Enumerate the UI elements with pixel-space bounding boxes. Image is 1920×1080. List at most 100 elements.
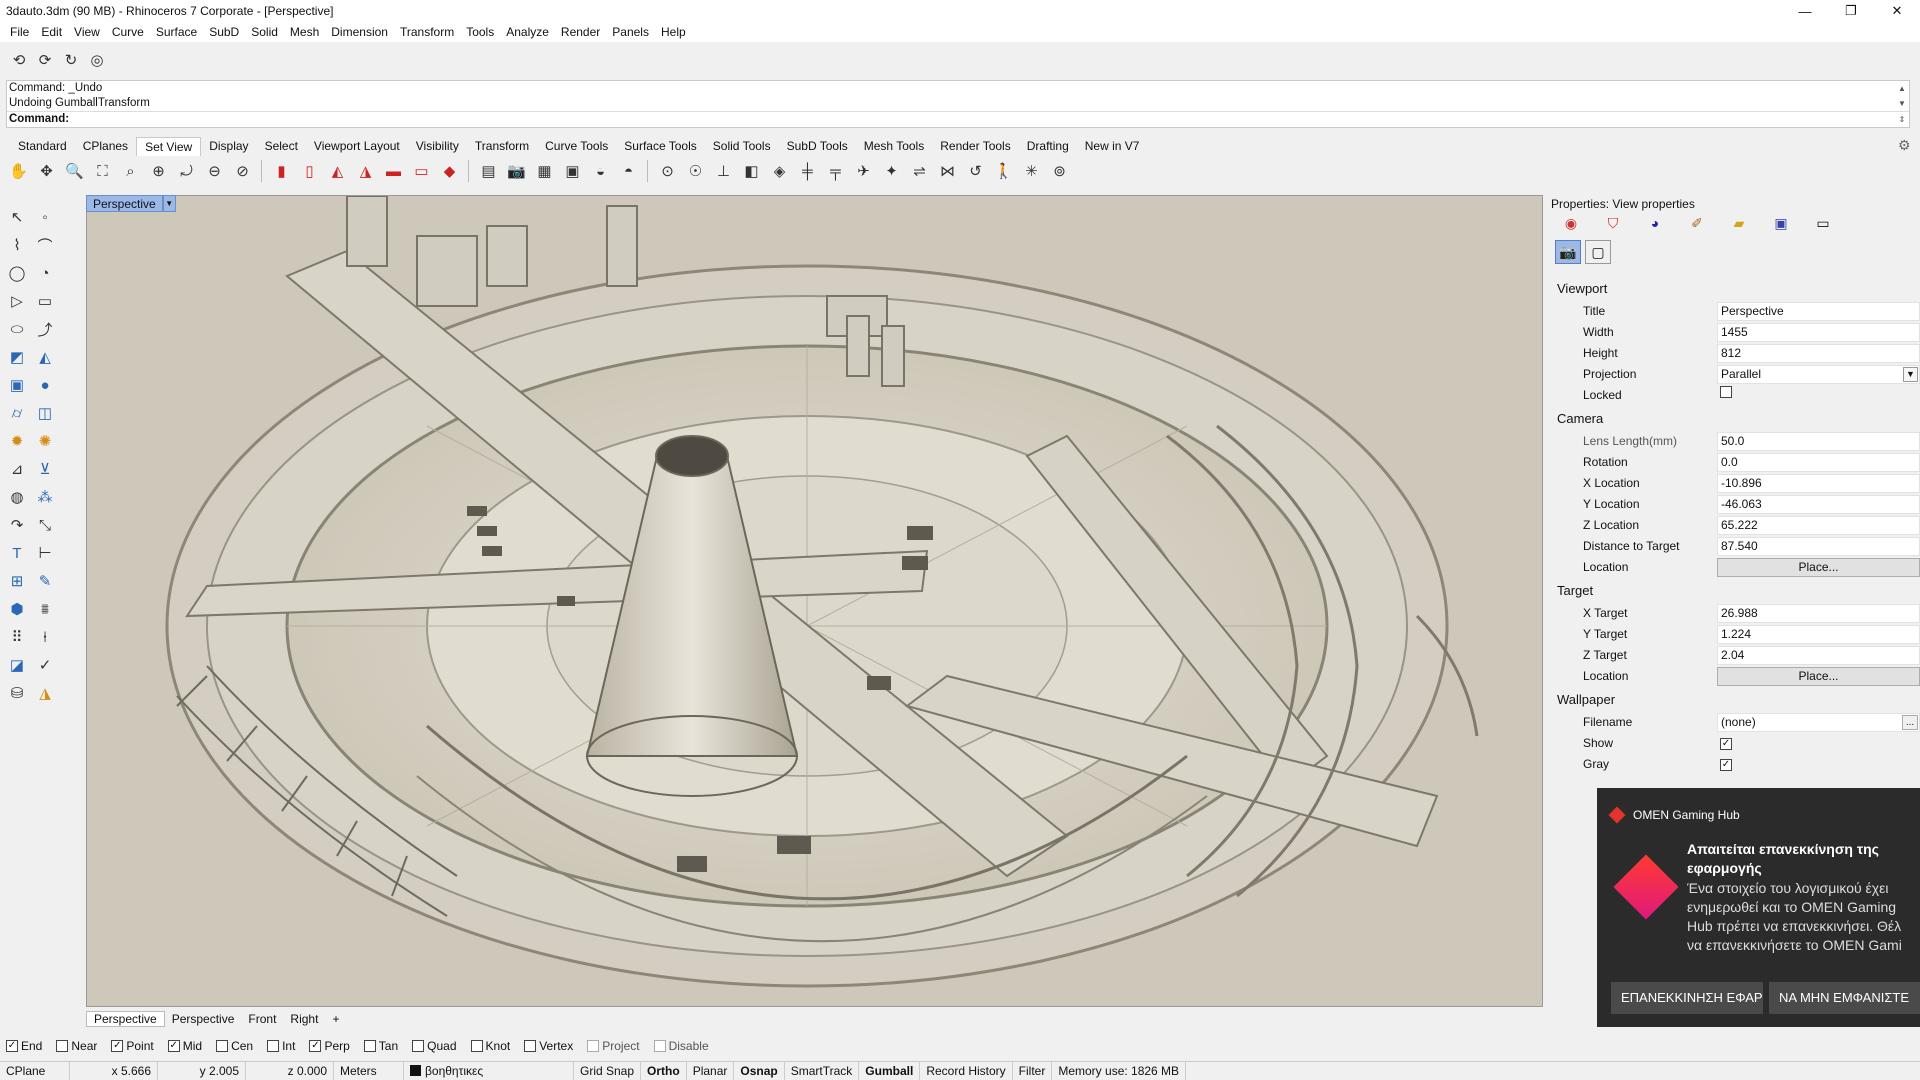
scroll-down-icon[interactable]: ▼ <box>1898 99 1906 108</box>
extrude-icon[interactable]: ◫ <box>31 399 59 427</box>
polyline-icon[interactable]: ⌇ <box>3 231 31 259</box>
osnap-int[interactable]: Int <box>267 1039 295 1053</box>
menu-edit[interactable]: Edit <box>35 25 68 39</box>
rotate-obj-icon[interactable]: ↷ <box>3 511 31 539</box>
select-icon[interactable]: ↖ <box>3 203 31 231</box>
perspective-viewport[interactable] <box>86 195 1543 1007</box>
move-icon[interactable]: ⊿ <box>3 455 31 483</box>
viewport-tab-perspective-2[interactable]: Perspective <box>165 1012 242 1026</box>
width-field[interactable]: 1455 <box>1717 322 1920 342</box>
chevron-down-icon[interactable]: ▼ <box>162 195 176 212</box>
circle-icon[interactable]: ◯ <box>3 259 31 287</box>
projection-select[interactable]: Parallel ▼ <box>1717 364 1920 384</box>
scroll-up-icon[interactable]: ▲ <box>1898 84 1906 93</box>
record-icon[interactable]: ▣ <box>560 159 585 184</box>
rotate-icon[interactable]: ↻ <box>60 49 82 71</box>
array-icon[interactable]: ⠿ <box>3 623 31 651</box>
zoom-window-icon[interactable]: ⌕ <box>118 159 143 184</box>
arc-icon[interactable]: ◔ <box>31 259 59 287</box>
checkbox[interactable]: ✓ <box>111 1040 124 1052</box>
z-location-field[interactable]: 65.222 <box>1717 515 1920 535</box>
dolly-icon[interactable]: ╪ <box>795 159 820 184</box>
viewport-title[interactable]: Perspective <box>86 195 163 212</box>
walk-icon[interactable]: 🚶 <box>991 159 1016 184</box>
minimize-button[interactable]: — <box>1782 0 1828 22</box>
align-icon[interactable]: ⍿ <box>31 623 59 651</box>
point-icon[interactable]: ◦ <box>31 203 59 231</box>
check-icon[interactable]: ✓ <box>31 651 59 679</box>
checkbox[interactable] <box>56 1040 69 1052</box>
menu-solid[interactable]: Solid <box>245 25 284 39</box>
checkbox[interactable] <box>653 1040 666 1052</box>
viewport-tab-perspective[interactable]: Perspective <box>86 1010 165 1027</box>
y-target-field[interactable]: 1.224 <box>1717 624 1920 644</box>
paint-icon[interactable]: ◮ <box>31 679 59 707</box>
view-cube-icon[interactable]: ◧ <box>739 159 764 184</box>
maximize-button[interactable]: ❐ <box>1828 0 1874 22</box>
compass-icon[interactable]: ⊚ <box>1047 159 1072 184</box>
boolean-icon[interactable]: ✹ <box>3 427 31 455</box>
osnap-tan[interactable]: Tan <box>363 1039 398 1053</box>
menu-view[interactable]: View <box>68 25 106 39</box>
menu-transform[interactable]: Transform <box>394 25 460 39</box>
command-prompt[interactable]: Command: <box>7 111 1909 126</box>
gear-icon[interactable]: ⚙ <box>1898 137 1914 153</box>
zoom-target-icon[interactable]: ⤾ <box>174 159 199 184</box>
undo-view-icon[interactable]: ⟲ <box>8 49 30 71</box>
rectangle-icon[interactable]: ▭ <box>31 287 59 315</box>
close-button[interactable]: ✕ <box>1874 0 1920 22</box>
osnap-vertex[interactable]: Vertex <box>524 1039 573 1053</box>
menu-surface[interactable]: Surface <box>150 25 203 39</box>
rotate-view-icon[interactable]: ✥ <box>34 159 59 184</box>
menu-render[interactable]: Render <box>555 25 606 39</box>
loop-icon[interactable]: ↺ <box>963 159 988 184</box>
osnap-perp[interactable]: ✓ Perp <box>309 1039 350 1053</box>
explode-icon[interactable]: ✺ <box>31 427 59 455</box>
status-layer[interactable]: βοηθητικες <box>404 1061 574 1080</box>
top-view-icon[interactable]: ▮ <box>269 159 294 184</box>
left-view-icon[interactable]: ◭ <box>325 159 350 184</box>
tab-cplanes[interactable]: CPlanes <box>75 137 136 155</box>
tab-drafting[interactable]: Drafting <box>1019 137 1077 155</box>
named-view-icon[interactable]: ▤ <box>476 159 501 184</box>
light-icon[interactable]: ⛁ <box>3 679 31 707</box>
zoom-icon[interactable]: 🔍 <box>62 159 87 184</box>
gray-checkbox[interactable]: ✓ <box>1720 758 1732 771</box>
display-icon[interactable]: ▣ <box>1771 213 1791 233</box>
monitor-icon[interactable]: ▭ <box>1813 213 1833 233</box>
osnap-point[interactable]: ✓ Point <box>111 1039 154 1053</box>
x-target-field[interactable]: 26.988 <box>1717 603 1920 623</box>
menu-panels[interactable]: Panels <box>606 25 655 39</box>
checkbox[interactable] <box>412 1040 425 1052</box>
checkbox[interactable] <box>363 1040 376 1052</box>
dimension-icon[interactable]: ⊢ <box>31 539 59 567</box>
sun-icon[interactable]: ✳ <box>1019 159 1044 184</box>
layer-icon[interactable]: ⁂ <box>31 483 59 511</box>
sphere-icon[interactable]: ● <box>31 371 59 399</box>
viewport-tab-right[interactable]: Right <box>283 1012 325 1026</box>
camera-icon[interactable]: 📷 <box>1555 240 1581 264</box>
osnap-project[interactable]: Project <box>587 1039 640 1053</box>
bottom-view-icon[interactable]: ▯ <box>297 159 322 184</box>
transform-icon[interactable]: ◪ <box>3 651 31 679</box>
zoom-1to1-icon[interactable]: ⊖ <box>202 159 227 184</box>
osnap-quad[interactable]: Quad <box>412 1039 457 1053</box>
menu-tools[interactable]: Tools <box>460 25 500 39</box>
lens-field[interactable]: 50.0 <box>1717 431 1920 451</box>
menu-curve[interactable]: Curve <box>106 25 150 39</box>
airplane-icon[interactable]: ⋈ <box>935 159 960 184</box>
viewport-props-icon[interactable]: ▢ <box>1585 240 1611 264</box>
target-place-button[interactable]: Place... <box>1717 666 1920 686</box>
print-preview-icon[interactable]: ◒ <box>588 159 613 184</box>
tab-solid-tools[interactable]: Solid Tools <box>705 137 779 155</box>
osnap-cen[interactable]: Cen <box>216 1039 253 1053</box>
cylinder-icon[interactable]: ⌭ <box>3 399 31 427</box>
tab-viewport-layout[interactable]: Viewport Layout <box>306 137 408 155</box>
tab-surface-tools[interactable]: Surface Tools <box>616 137 705 155</box>
checkbox[interactable] <box>470 1040 483 1052</box>
camera-place-button[interactable]: Place... <box>1717 557 1920 577</box>
distance-field[interactable]: 87.540 <box>1717 536 1920 556</box>
snapshot-icon[interactable]: ▦ <box>532 159 557 184</box>
status-cplane[interactable]: CPlane <box>0 1061 70 1080</box>
right-view-icon[interactable]: ◮ <box>353 159 378 184</box>
